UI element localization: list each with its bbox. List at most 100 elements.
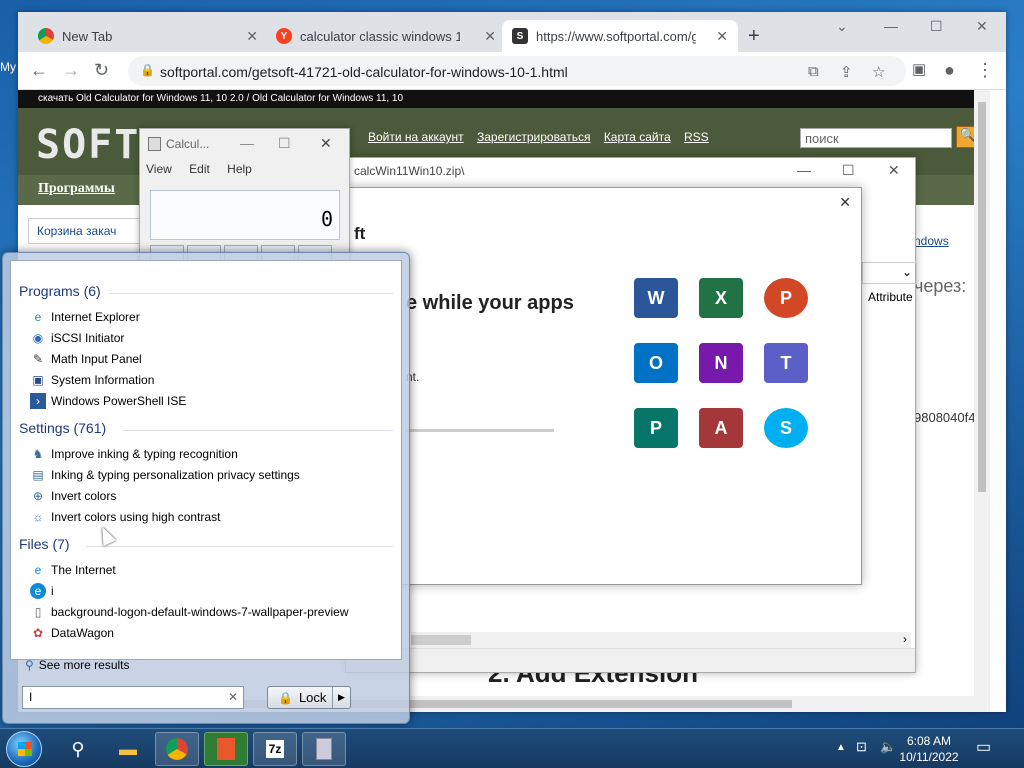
url-text[interactable]: softportal.com/getsoft-41721-old-calcula… (160, 64, 568, 80)
profile-icon[interactable]: ● (944, 61, 955, 79)
start-button[interactable] (6, 731, 42, 767)
close-tab-icon[interactable]: ✕ (484, 28, 496, 45)
folder-icon[interactable]: ▬ (106, 732, 150, 766)
search-results: Programs (6) e Internet Explorer ◉ iSCSI I… (10, 260, 402, 672)
close-button[interactable]: ✕ (320, 135, 332, 152)
lock-icon: 🔒 (278, 690, 293, 705)
close-tab-icon[interactable]: ✕ (716, 28, 728, 45)
close-button[interactable]: ✕ (976, 18, 988, 35)
menu-help[interactable]: Help (227, 162, 252, 176)
lock-options-arrow[interactable]: ▶ (332, 687, 350, 708)
tab-softportal[interactable]: S https://www.softportal.com/gets ✕ (502, 20, 738, 52)
clear-search-icon[interactable]: ✕ (228, 690, 238, 704)
result-invert-colors[interactable]: ⊕ Invert colors (30, 486, 116, 506)
maximize-button[interactable]: ☐ (842, 162, 855, 179)
hash-text: 9808040f43 (914, 410, 983, 425)
office-icon[interactable] (204, 732, 248, 766)
result-datawagon[interactable]: ✿ DataWagon (30, 623, 114, 643)
result-internet-explorer[interactable]: e Internet Explorer (30, 307, 140, 327)
office-install-dialog: ✕ ft e while your apps nt. W X P O N T P… (345, 187, 862, 585)
result-the-internet[interactable]: e The Internet (30, 560, 116, 580)
register-link[interactable]: Зарегистрироваться (477, 130, 590, 144)
chrome-icon[interactable] (155, 732, 199, 766)
minimize-button[interactable]: — (240, 135, 254, 151)
see-more-results[interactable]: ⚲ See more results (25, 658, 130, 672)
calculator-window: Calcul... — ☐ ✕ View Edit Help 0 (139, 128, 350, 268)
close-button[interactable]: ✕ (888, 162, 900, 179)
softportal-icon: S (512, 28, 528, 44)
maximize-button[interactable]: ☐ (278, 135, 291, 152)
site-top-bar: скачать Old Calculator for Windows 11, 1… (18, 90, 990, 108)
menu-edit[interactable]: Edit (189, 162, 210, 176)
result-system-info[interactable]: ▣ System Information (30, 370, 154, 390)
result-math-input[interactable]: ✎ Math Input Panel (30, 349, 142, 369)
onenote-icon: N (699, 343, 743, 383)
result-inking-privacy[interactable]: ▤ Inking & typing personalization privacy… (30, 465, 299, 485)
chevron-down-icon[interactable]: ⌄ (836, 18, 848, 35)
close-tab-icon[interactable]: ✕ (246, 28, 258, 45)
new-tab-button[interactable]: + (748, 25, 760, 48)
inking-icon: ♞ (32, 447, 44, 461)
windows-link[interactable]: ndows (914, 234, 949, 248)
vertical-scrollbar[interactable] (974, 90, 990, 712)
column-header-attribute[interactable]: Attribute (868, 290, 913, 304)
calculator-menu: View Edit Help (146, 162, 266, 176)
maximize-button[interactable]: ☐ (930, 18, 943, 35)
result-powershell-ise[interactable]: › Windows PowerShell ISE (30, 391, 186, 411)
bookmark-star-icon[interactable]: ☆ (872, 63, 885, 81)
forward-icon[interactable]: → (62, 61, 80, 79)
clock[interactable]: 6:08 AM 10/11/2022 (898, 733, 960, 765)
site-top-links: Войти на аккаунт Зарегистрироваться Карт… (368, 130, 719, 144)
site-search-input[interactable]: поиск (800, 128, 952, 148)
sitemap-link[interactable]: Карта сайта (604, 130, 671, 144)
close-icon[interactable]: ✕ (839, 194, 851, 211)
magnifier-icon: ⊕ (32, 489, 44, 503)
powershell-icon: › (30, 393, 46, 409)
result-iscsi[interactable]: ◉ iSCSI Initiator (30, 328, 125, 348)
privacy-icon: ▤ (32, 468, 44, 482)
7zip-icon[interactable]: 7z (253, 732, 297, 766)
network-icon[interactable]: ⊡ (856, 739, 867, 755)
tab-yandex[interactable]: Y calculator classic windows 10 — ✕ (266, 20, 506, 52)
dialog-headline: e while your apps (406, 292, 574, 314)
word-icon: W (634, 278, 678, 318)
edge-icon: e (30, 583, 46, 599)
side-panel-icon[interactable]: ▣ (912, 61, 926, 79)
login-link[interactable]: Войти на аккаунт (368, 130, 464, 144)
tab-title: https://www.softportal.com/gets (536, 28, 696, 44)
group-programs: Programs (6) (19, 283, 101, 299)
minimize-button[interactable]: — (797, 162, 811, 178)
result-invert-high-contrast[interactable]: ☼ Invert colors using high contrast (30, 507, 221, 527)
status-bar (346, 648, 915, 672)
menu-dots-icon[interactable]: ⋮ (976, 61, 994, 79)
rss-link[interactable]: RSS (684, 130, 709, 144)
share-icon[interactable]: ⇪ (840, 63, 853, 81)
result-improve-inking[interactable]: ♞ Improve inking & typing recognition (30, 444, 238, 464)
reload-icon[interactable]: ↻ (94, 61, 109, 79)
tab-strip: New Tab ✕ Y calculator classic windows 1… (18, 12, 1006, 52)
address-bar[interactable]: 🔒 softportal.com/getsoft-41721-old-calcu… (128, 56, 906, 86)
result-i[interactable]: ei (30, 581, 54, 601)
volume-icon[interactable]: 🔈 (880, 739, 896, 755)
menu-view[interactable]: View (146, 162, 172, 176)
outlook-icon: O (634, 343, 678, 383)
notifications-icon[interactable]: ▭ (976, 737, 991, 757)
horizontal-scrollbar[interactable]: › (411, 632, 911, 648)
search-icon[interactable]: ⚲ (56, 732, 100, 766)
back-icon[interactable]: ← (30, 61, 48, 79)
calculator-title: Calcul... (166, 137, 210, 151)
show-hidden-icons[interactable]: ▲ (836, 742, 846, 753)
translate-icon[interactable]: ⧉ (808, 63, 819, 80)
programs-link[interactable]: Программы (38, 181, 115, 197)
tab-new-tab[interactable]: New Tab ✕ (28, 20, 268, 52)
lock-button[interactable]: 🔒 Lock ▶ (267, 686, 351, 709)
result-wallpaper-file[interactable]: ▯ background-logon-default-windows-7-wall… (30, 602, 349, 622)
site-side-text: через: (914, 276, 967, 296)
calculator-display: 0 (150, 190, 340, 240)
dropdown[interactable]: ⌄ (862, 262, 917, 284)
search-icon: ⚲ (25, 658, 34, 672)
start-search-input[interactable]: I ✕ (22, 686, 244, 709)
calculator-icon[interactable] (302, 732, 346, 766)
minimize-button[interactable]: — (884, 18, 898, 34)
file-icon: ▯ (34, 605, 42, 619)
